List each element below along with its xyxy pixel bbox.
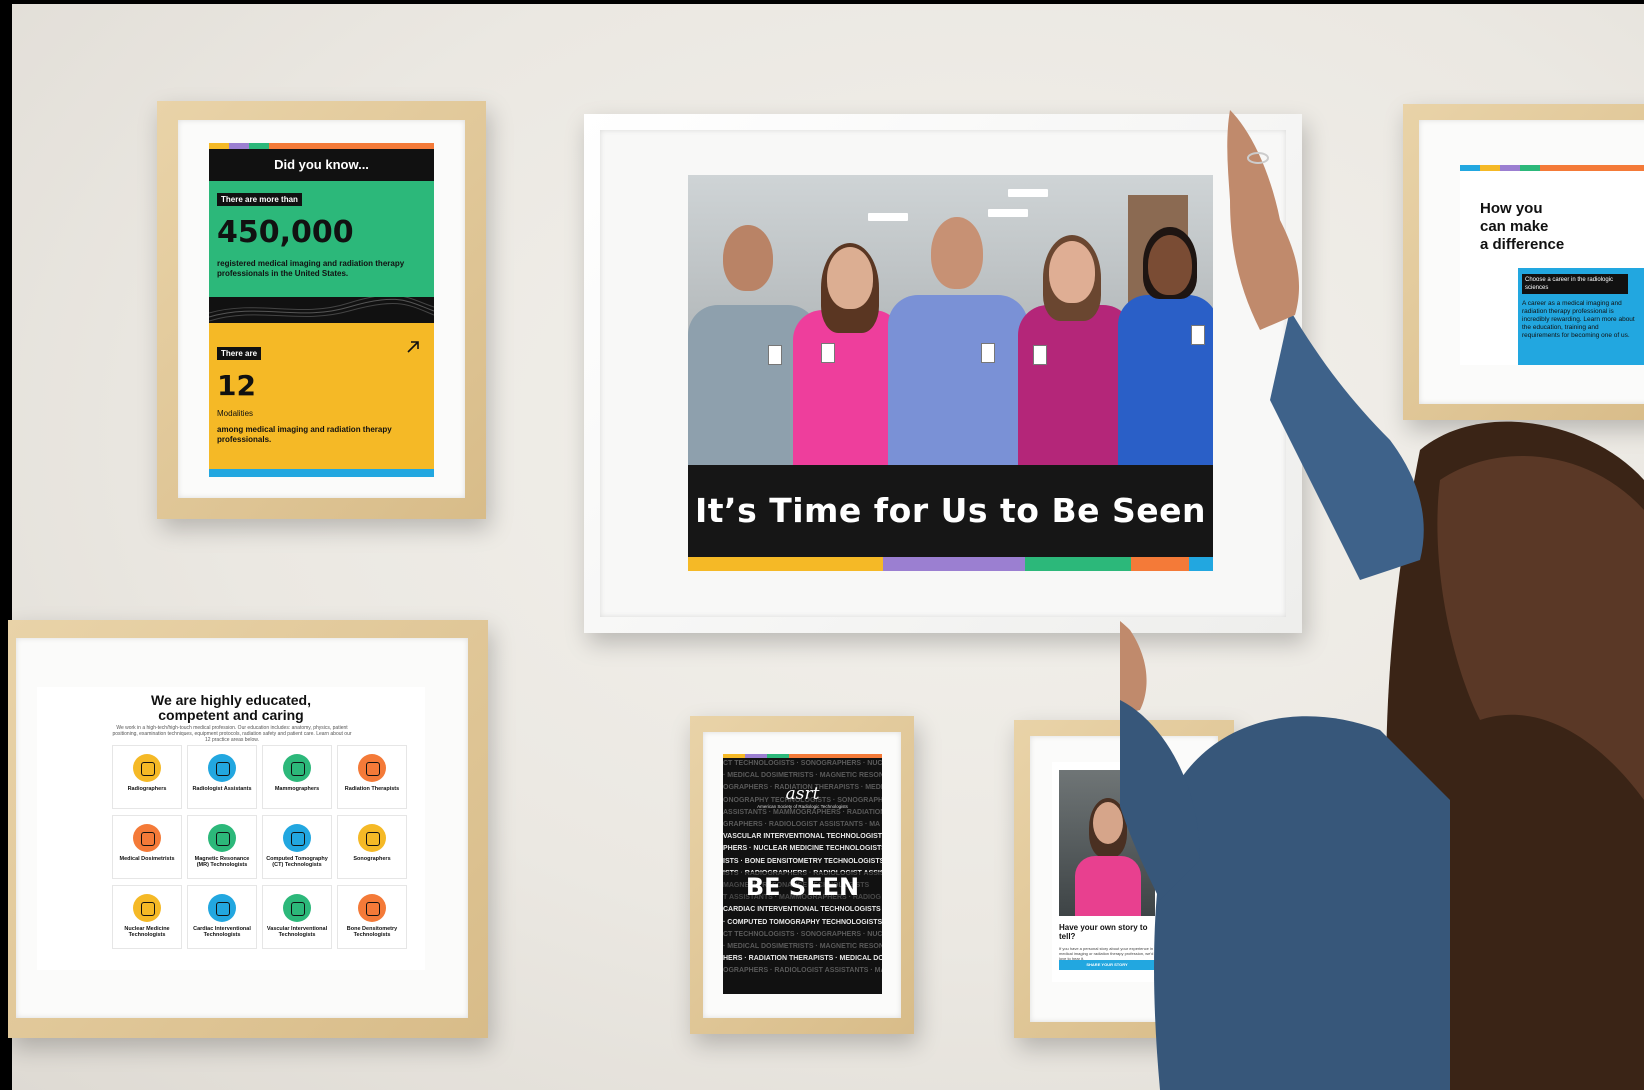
practice-area-icon: [283, 894, 311, 922]
woman-hanging-frame: [1120, 110, 1644, 1090]
profession-line: OGRAPHERS · RADIOLOGIST ASSISTANTS · MA: [723, 967, 882, 975]
asrt-logo: asrt: [785, 784, 820, 804]
stat1-tag: There are more than: [217, 193, 302, 206]
id-badge: [981, 343, 995, 363]
profession-line: PHERS · NUCLEAR MEDICINE TECHNOLOGISTS: [723, 845, 882, 853]
person-head: [1049, 241, 1095, 303]
ceiling-light: [1008, 189, 1048, 197]
practice-area-icon: [358, 754, 386, 782]
practice-area-tile: Radiation Therapists: [337, 745, 407, 809]
person-blue-scrubs: [888, 295, 1028, 465]
lower-sleeve: [1120, 700, 1200, 900]
poster-stats: Did you know... There are more than 450,…: [209, 143, 434, 477]
practice-area-label: Bone Densitometry Technologists: [346, 926, 398, 938]
practice-area-label: Vascular Interventional Technologists: [266, 926, 328, 938]
profession-line: VASCULAR INTERVENTIONAL TECHNOLOGISTS: [723, 833, 882, 841]
practice-area-label: Computed Tomography (CT) Technologists: [266, 856, 328, 868]
poster-beseen: CT TECHNOLOGISTS · SONOGRAPHERS · NUCLE ·…: [723, 754, 882, 994]
practice-area-label: Mammographers: [274, 786, 320, 792]
poster-grid-title: We are highly educated, competent and ca…: [37, 693, 425, 723]
profession-line: · MEDICAL DOSIMETRISTS · MAGNETIC RESON: [723, 772, 882, 780]
profession-line: CARDIAC INTERVENTIONAL TECHNOLOGISTS: [723, 906, 881, 914]
practice-area-icon: [358, 824, 386, 852]
photo-scene: Did you know... There are more than 450,…: [0, 0, 1644, 1090]
practice-area-tile: Cardiac Interventional Technologists: [187, 885, 257, 949]
practice-area-label: Radiographers: [127, 786, 167, 792]
practice-area-tile: Vascular Interventional Technologists: [262, 885, 332, 949]
practice-area-icon: [208, 824, 236, 852]
practice-area-label: Sonographers: [353, 856, 391, 862]
profession-line: · MEDICAL DOSIMETRISTS · MAGNETIC RESON: [723, 943, 882, 950]
poster-stats-heading: Did you know...: [209, 149, 434, 181]
id-badge: [1033, 345, 1047, 365]
practice-area-icon: [208, 894, 236, 922]
profession-line: · COMPUTED TOMOGRAPHY TECHNOLOGISTS: [723, 918, 882, 926]
poster-stats-footer: [209, 469, 434, 477]
practice-area-label: Nuclear Medicine Technologists: [124, 926, 170, 938]
practice-area-icon: [133, 824, 161, 852]
practice-area-tile: Radiographers: [112, 745, 182, 809]
floor-strip: [0, 1008, 1644, 1090]
arrow-up-right-icon: [407, 341, 419, 353]
practice-area-tile: Computed Tomography (CT) Technologists: [262, 815, 332, 879]
be-seen-headline: BE SEEN: [723, 872, 882, 902]
poster-grid-intro: We work in a high-tech/high-touch medica…: [112, 725, 352, 743]
practice-area-icon: [133, 754, 161, 782]
person-magenta-scrubs: [1018, 305, 1133, 465]
profession-line: HERS · RADIATION THERAPISTS · MEDICAL DO…: [723, 955, 882, 963]
lower-hand: [1120, 621, 1147, 715]
stat2-tag: There are: [217, 347, 262, 360]
practice-area-icon: [133, 894, 161, 922]
practice-area-tile: Mammographers: [262, 745, 332, 809]
title-line: competent and caring: [158, 707, 304, 723]
practice-area-tile: Sonographers: [337, 815, 407, 879]
practice-area-tile: Nuclear Medicine Technologists: [112, 885, 182, 949]
practice-area-icon: [283, 824, 311, 852]
id-badge: [768, 345, 782, 365]
raised-arm: [1270, 310, 1424, 580]
person-pink-scrubs: [793, 310, 903, 465]
wave-lines: [209, 294, 434, 322]
profession-line: CT TECHNOLOGISTS · SONOGRAPHERS · NUCLE: [723, 930, 882, 938]
poster-grid: We are highly educated, competent and ca…: [37, 687, 425, 970]
person-head: [1093, 802, 1123, 844]
ceiling-light: [868, 213, 908, 221]
stat2-value: 12: [217, 369, 256, 402]
person-head: [931, 217, 983, 289]
title-line: We are highly educated,: [150, 692, 311, 708]
stat2-unit: Modalities: [217, 409, 254, 418]
id-badge: [821, 343, 835, 363]
practice-area-label: Medical Dosimetrists: [119, 856, 175, 862]
top-border: [0, 0, 1644, 4]
stat-panel-yellow: There are 12 Modalities among medical im…: [209, 323, 434, 469]
stat1-description: registered medical imaging and radiation…: [217, 259, 405, 278]
practice-area-label: Radiologist Assistants: [192, 786, 252, 792]
profession-line: ISTS · BONE DENSITOMETRY TECHNOLOGISTS: [723, 857, 882, 865]
stat1-value: 450,000: [217, 215, 354, 250]
stat-panel-green: There are more than 450,000 registered m…: [209, 181, 434, 297]
practice-area-tile: Radiologist Assistants: [187, 745, 257, 809]
practice-area-icon: [358, 894, 386, 922]
practice-area-icon: [208, 754, 236, 782]
raised-hand: [1227, 110, 1300, 330]
wave-band: [209, 294, 434, 323]
practice-area-label: Cardiac Interventional Technologists: [193, 926, 251, 938]
practice-area-icon: [283, 754, 311, 782]
profession-line: GRAPHERS · RADIOLOGIST ASSISTANTS · MA: [723, 821, 881, 828]
stat2-description: among medical imaging and radiation ther…: [217, 425, 392, 444]
practice-area-label: Magnetic Resonance (MR) Technologists: [194, 856, 250, 868]
practice-area-tile: Bone Densitometry Technologists: [337, 885, 407, 949]
ceiling-light: [988, 209, 1028, 217]
practice-area-label: Radiation Therapists: [344, 786, 400, 792]
person-head: [827, 247, 873, 309]
profession-line: CT TECHNOLOGISTS · SONOGRAPHERS · NUCLE: [723, 760, 882, 767]
asrt-logo-subtitle: American Society of Radiologic Technolog…: [757, 804, 848, 809]
person-head: [723, 225, 773, 291]
profession-line: ASSISTANTS · MAMMOGRAPHERS · RADIATION T: [723, 808, 882, 816]
practice-area-tile: Magnetic Resonance (MR) Technologists: [187, 815, 257, 879]
practice-area-tile: Medical Dosimetrists: [112, 815, 182, 879]
